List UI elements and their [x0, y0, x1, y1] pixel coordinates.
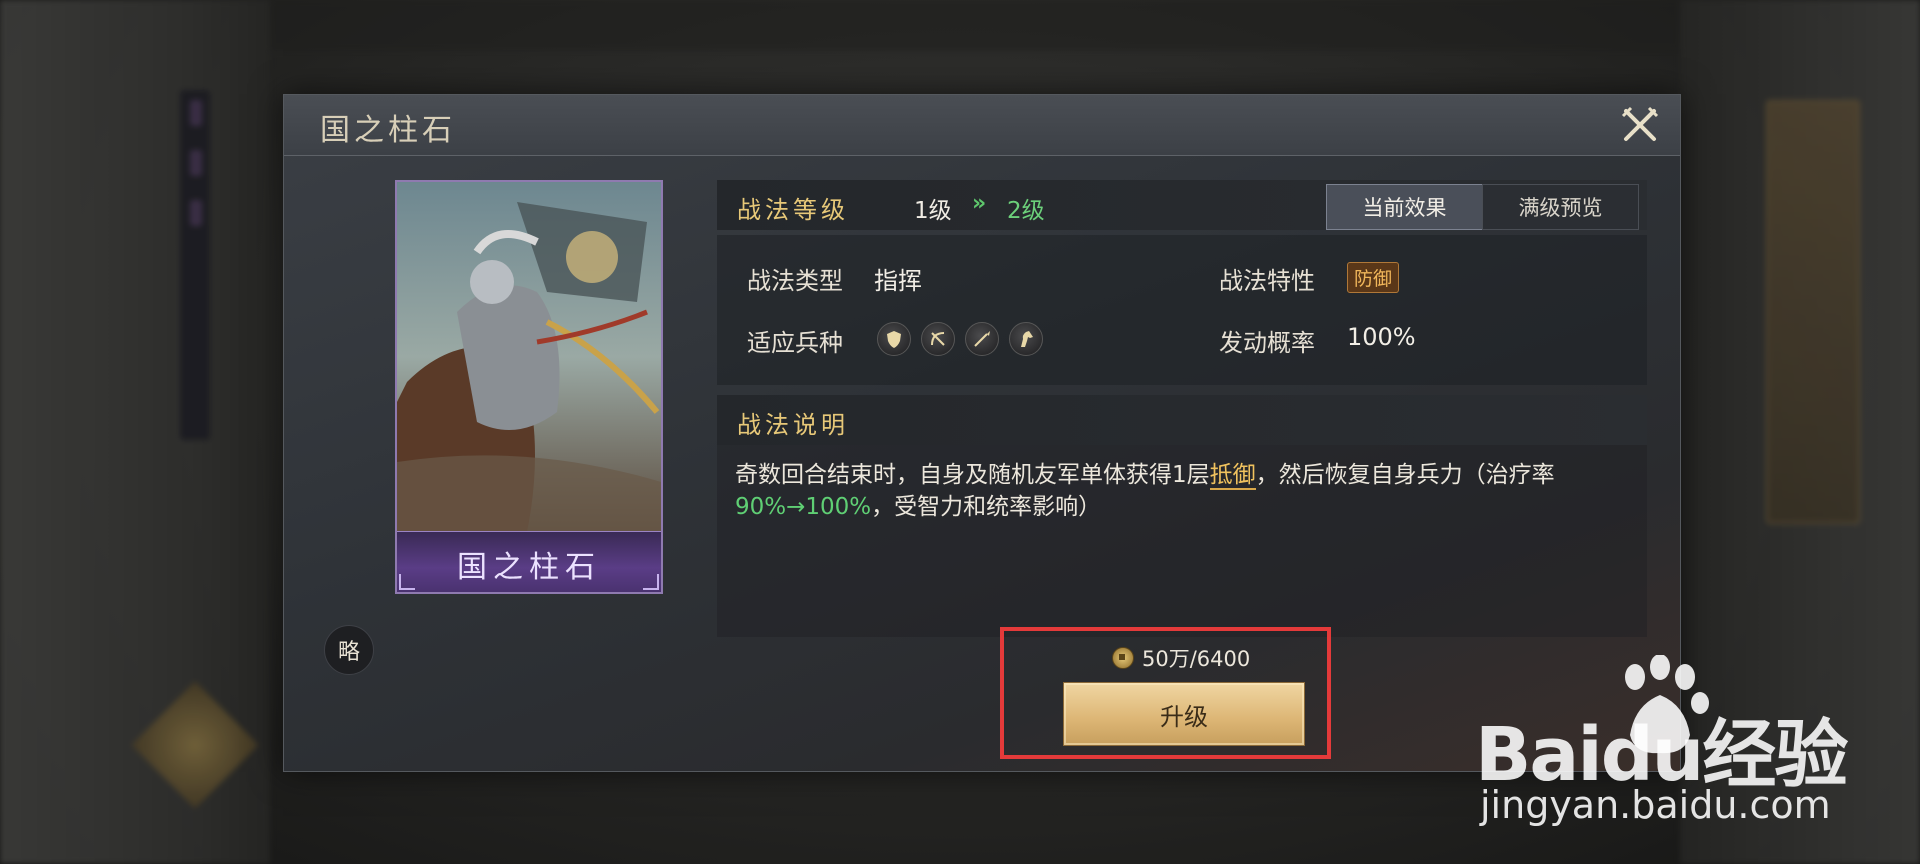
background-sidebar-item — [190, 150, 202, 176]
card-name-bar: 国之柱石 — [397, 531, 661, 592]
level-bar: 战法等级 1级 » 2级 当前效果 满级预览 — [717, 180, 1647, 230]
description-part3: ，受智力和统率影响） — [871, 494, 1102, 520]
card-corner — [643, 574, 659, 590]
skill-dialog: 国之柱石 国之柱石 略 战法等级 1级 » 2级 当前效果 满级预览 战法类型 … — [283, 94, 1681, 772]
skill-card: 国之柱石 — [395, 180, 663, 594]
level-next: 2级 — [1007, 198, 1045, 224]
card-corner — [399, 574, 415, 590]
trigger-rate-value: 100% — [1347, 323, 1416, 351]
background-sidebar-item — [190, 100, 202, 126]
bow-icon — [921, 322, 955, 356]
skill-trait-badge: 防御 — [1347, 262, 1400, 293]
troops-label: 适应兵种 — [747, 329, 843, 357]
background-sidebar-item — [190, 200, 202, 226]
keyword-link[interactable]: 抵御 — [1209, 462, 1256, 490]
background-right-panel — [1680, 0, 1920, 864]
shield-icon — [877, 322, 911, 356]
attributes-panel — [717, 235, 1647, 385]
description-text: 奇数回合结束时，自身及随机友军单体获得1层抵御，然后恢复自身兵力（治疗率 90%→… — [735, 459, 1625, 523]
background-emblem — [131, 681, 259, 809]
skill-type-label: 战法类型 — [747, 267, 843, 295]
background-scroll — [1766, 100, 1860, 524]
description-part1: 奇数回合结束时，自身及随机友军单体获得1层 — [735, 462, 1210, 488]
horse-icon — [1009, 322, 1043, 356]
level-label: 战法等级 — [737, 196, 849, 224]
trigger-rate-label: 发动概率 — [1219, 329, 1315, 357]
description-title: 战法说明 — [737, 411, 849, 439]
lue-badge[interactable]: 略 — [324, 625, 374, 675]
description-part2: ，然后恢复自身兵力（治疗率 — [1255, 462, 1555, 488]
tab-current-effect[interactable]: 当前效果 — [1326, 184, 1483, 230]
dialog-header: 国之柱石 — [284, 95, 1680, 156]
skill-type-value: 指挥 — [874, 267, 922, 295]
general-portrait — [397, 182, 661, 532]
description-header: 战法说明 — [717, 395, 1647, 445]
description-body: 奇数回合结束时，自身及随机友军单体获得1层抵御，然后恢复自身兵力（治疗率 90%→… — [717, 445, 1647, 637]
background-top-bar — [0, 0, 1920, 50]
tab-max-level-preview[interactable]: 满级预览 — [1482, 184, 1639, 230]
heal-rate-value: 90%→100% — [735, 494, 872, 520]
close-icon[interactable] — [1618, 103, 1662, 147]
skill-trait-label: 战法特性 — [1219, 267, 1315, 295]
level-current: 1级 — [914, 198, 952, 224]
background-sidebar — [180, 90, 210, 440]
highlight-annotation — [1000, 627, 1331, 759]
dialog-title: 国之柱石 — [320, 113, 456, 148]
spear-icon — [965, 322, 999, 356]
level-arrow-icon: » — [972, 191, 987, 216]
card-name: 国之柱石 — [457, 550, 601, 585]
background-left-panel — [0, 0, 270, 864]
